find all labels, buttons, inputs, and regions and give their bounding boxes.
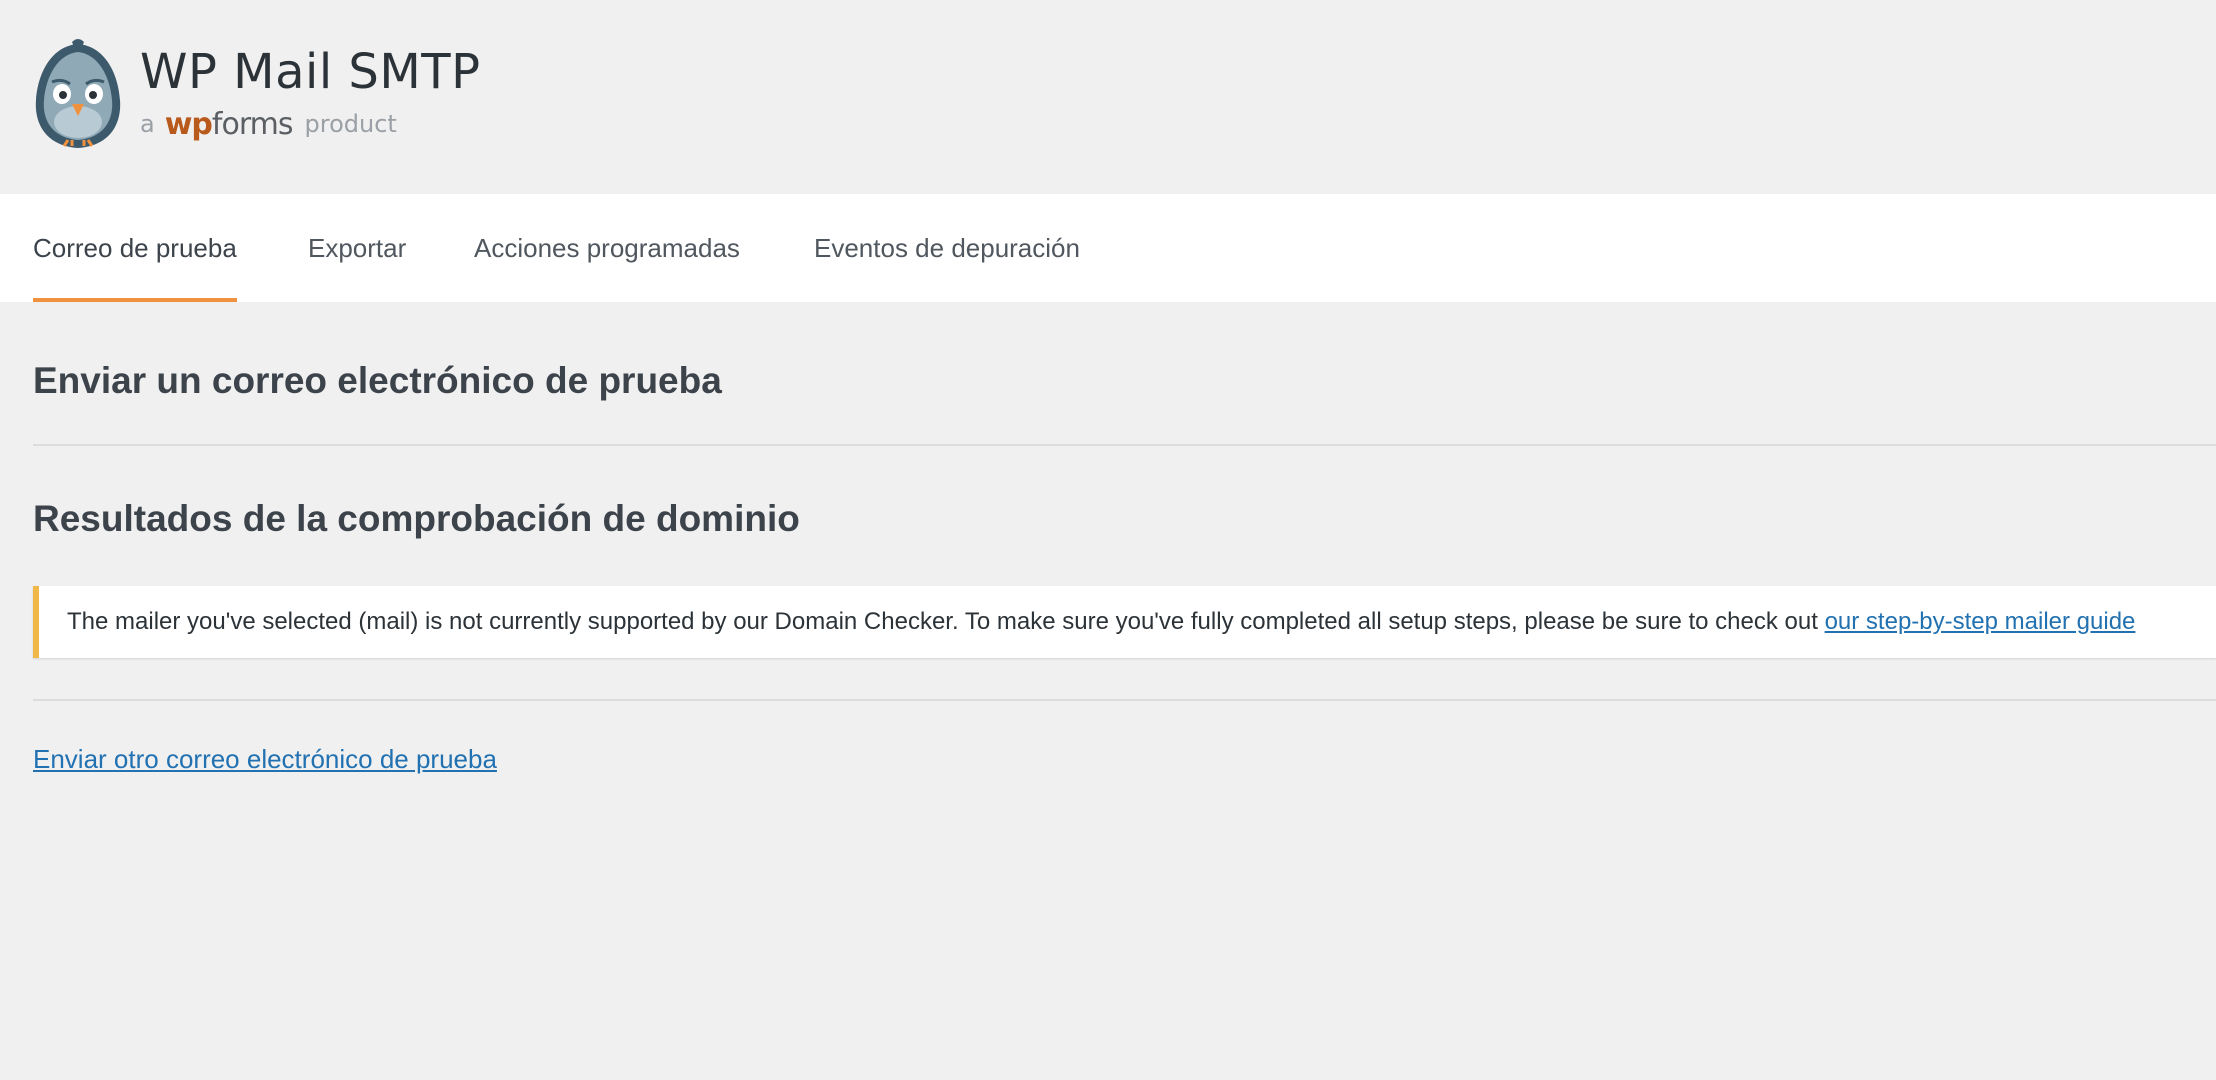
byline-prefix: a — [140, 110, 155, 138]
plugin-header: WP Mail SMTP a wp forms product — [0, 0, 2216, 194]
wpforms-byline: a wp forms product — [140, 106, 397, 142]
plugin-title: WP Mail SMTP — [140, 44, 481, 100]
send-test-email-heading: Enviar un correo electrónico de prueba — [33, 360, 722, 401]
tools-tab-bar: Correo de prueba Exportar Acciones progr… — [0, 194, 2216, 302]
notice-message: The mailer you've selected (mail) is not… — [67, 608, 2135, 636]
wpforms-logo-forms: forms — [211, 106, 294, 142]
wpforms-logo-wp: wp — [164, 106, 213, 142]
section-divider — [33, 444, 2216, 446]
tab-test-email[interactable]: Correo de prueba — [33, 194, 237, 302]
byline-suffix: product — [304, 110, 397, 138]
tab-scheduled-actions[interactable]: Acciones programadas — [474, 194, 740, 302]
domain-checker-warning-notice: The mailer you've selected (mail) is not… — [33, 586, 2216, 658]
notice-text: The mailer you've selected (mail) is not… — [67, 608, 1825, 635]
section-divider — [33, 699, 2216, 701]
send-another-test-email-link[interactable]: Enviar otro correo electrónico de prueba — [33, 744, 497, 775]
pigeon-mascot-icon — [35, 39, 121, 148]
tab-debug-events[interactable]: Eventos de depuración — [814, 194, 1080, 302]
mailer-guide-link[interactable]: our step-by-step mailer guide — [1825, 608, 2136, 635]
domain-check-results-heading: Resultados de la comprobación de dominio — [33, 498, 800, 539]
tab-export[interactable]: Exportar — [308, 194, 406, 302]
